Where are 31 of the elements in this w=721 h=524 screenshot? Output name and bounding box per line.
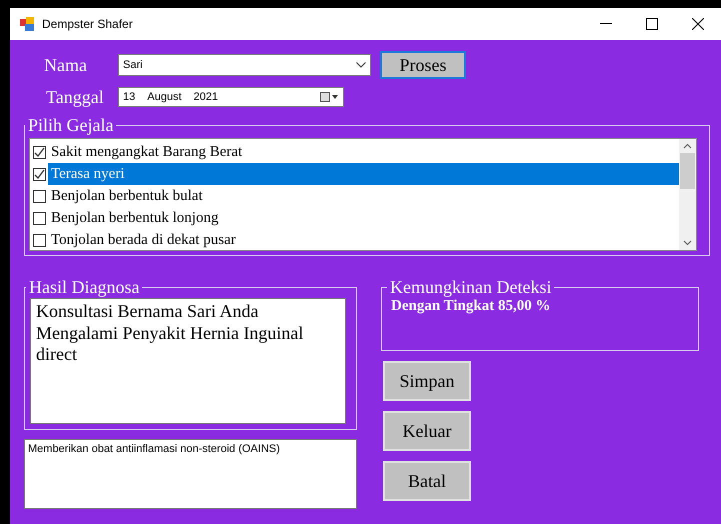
group-title: Hasil Diagnosa — [28, 278, 140, 296]
date-picker[interactable]: 13 August 2021 — [118, 87, 344, 107]
symptom-item[interactable]: Benjolan berbentuk bulat — [33, 185, 679, 207]
group-title: Pilih Gejala — [27, 116, 114, 134]
checkbox[interactable] — [33, 212, 46, 224]
checkbox[interactable] — [33, 234, 46, 246]
action-button[interactable]: Simpan — [383, 361, 471, 401]
proses-button[interactable]: Proses — [380, 51, 466, 79]
maximize-icon — [646, 18, 658, 30]
checkbox[interactable] — [33, 190, 46, 202]
chevron-icon — [356, 62, 366, 68]
group-title: Kemungkinan Deteksi — [389, 278, 552, 296]
treatment-field[interactable]: Memberikan obat antiinflamasi non-steroid (OAINS) — [24, 439, 357, 509]
field-label: Tanggal — [45, 86, 105, 108]
name-combo[interactable]: Sari — [118, 54, 371, 76]
checkbox[interactable] — [33, 146, 46, 158]
diagnosis-result: Konsultasi Bernama Sari Anda Mengalami Penyakit Hernia Inguinal direct — [30, 298, 346, 424]
checkbox[interactable] — [33, 168, 46, 180]
symptom-item[interactable]: Tonjolan berada di dekat pusar — [33, 229, 679, 251]
action-button[interactable]: Batal — [383, 461, 471, 501]
action-button[interactable]: Keluar — [383, 411, 471, 451]
detection-text: Dengan Tingkat 85,00 % — [391, 298, 552, 315]
app-icon — [20, 17, 34, 31]
close-icon — [692, 18, 704, 30]
field-label: Nama — [43, 54, 88, 76]
calendar-icon — [320, 92, 339, 102]
symptom-item[interactable]: Sakit mengangkat Barang Berat — [33, 141, 679, 163]
scrollbar[interactable] — [679, 139, 696, 250]
window-title: Dempster Shafer — [42, 17, 134, 31]
minimize-icon — [600, 23, 612, 25]
symptom-item[interactable]: Benjolan berbentuk lonjong — [33, 207, 679, 229]
